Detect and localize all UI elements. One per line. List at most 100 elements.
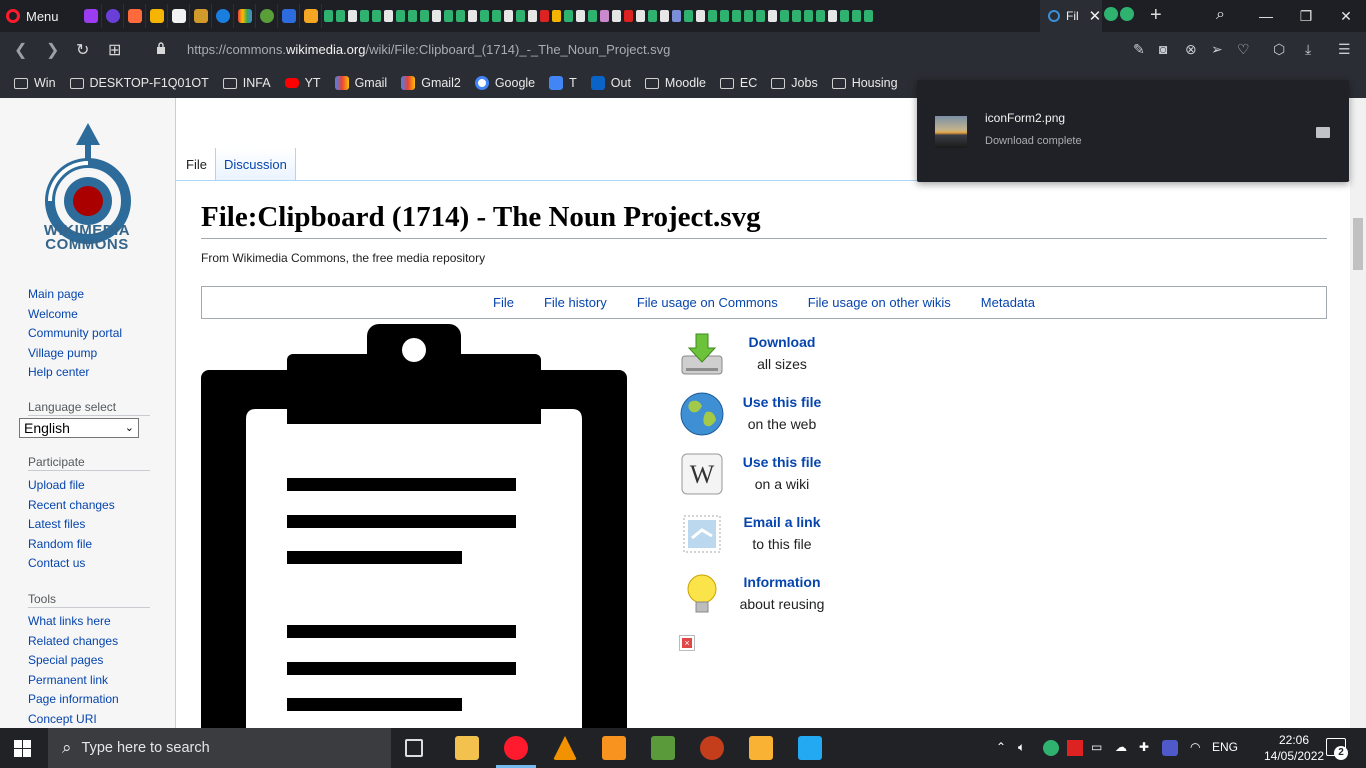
toc-file[interactable]: File	[493, 295, 514, 310]
action-email-link[interactable]: Email a link to this file	[676, 510, 846, 570]
language-select[interactable]: English ⌄	[19, 418, 139, 438]
teams-icon[interactable]	[1162, 740, 1178, 756]
toc-file-usage-commons[interactable]: File usage on Commons	[637, 295, 778, 310]
tab-icon-blue[interactable]	[278, 4, 300, 28]
tab-icon-green[interactable]	[1120, 7, 1134, 21]
tab-icon-orange[interactable]	[124, 4, 146, 28]
onedrive-icon[interactable]: ☁	[1115, 740, 1127, 754]
tab-icon-small[interactable]	[442, 4, 454, 28]
tab-icon-green[interactable]	[256, 4, 278, 28]
nav-welcome[interactable]: Welcome	[28, 305, 122, 325]
tab-icon-el[interactable]	[300, 4, 322, 28]
toc-metadata[interactable]: Metadata	[981, 295, 1035, 310]
tab-icon-small[interactable]	[610, 4, 622, 28]
tab-icon-small[interactable]	[346, 4, 358, 28]
wifi-icon[interactable]: ◠	[1190, 740, 1200, 754]
nav-page-information[interactable]: Page information	[28, 690, 119, 710]
tab-icon-blue-ring[interactable]	[212, 4, 234, 28]
tab-icon-small[interactable]	[862, 4, 874, 28]
tab-icon-small[interactable]	[718, 4, 730, 28]
bookmark-ec[interactable]: EC	[719, 76, 757, 90]
toc-file-usage-other-wikis[interactable]: File usage on other wikis	[808, 295, 951, 310]
nav-recent-changes[interactable]: Recent changes	[28, 496, 115, 516]
tab-icon-small[interactable]	[850, 4, 862, 28]
new-tab-icon[interactable]: +	[1150, 4, 1162, 27]
tab-icon-small[interactable]	[682, 4, 694, 28]
nav-help-center[interactable]: Help center	[28, 363, 122, 383]
vscode-icon[interactable]	[798, 736, 822, 760]
heart-icon[interactable]: ♡	[1237, 41, 1250, 58]
edit-icon[interactable]: ✎	[1133, 41, 1145, 58]
tab-icon-green[interactable]	[1104, 7, 1118, 21]
action-use-on-wiki[interactable]: W Use this file on a wiki	[676, 450, 846, 510]
bookmark-outlook[interactable]: Out	[590, 76, 631, 90]
nav-latest-files[interactable]: Latest files	[28, 515, 115, 535]
reload-icon[interactable]: ↻	[76, 40, 89, 60]
logo-wordmark[interactable]: WIKIMEDIA COMMONS	[22, 223, 152, 252]
tab-icon-small[interactable]	[790, 4, 802, 28]
tab-icon-small[interactable]	[586, 4, 598, 28]
tab-icon-small[interactable]	[730, 4, 742, 28]
nav-permanent-link[interactable]: Permanent link	[28, 671, 119, 691]
close-tab-icon[interactable]: ✕	[1089, 7, 1102, 25]
bookmark-desktop[interactable]: DESKTOP-F1Q01OT	[69, 76, 209, 90]
security-icon[interactable]	[1043, 740, 1059, 756]
tab-icon-small[interactable]	[382, 4, 394, 28]
action-information[interactable]: Information about reusing	[676, 570, 846, 630]
tab-icon-small[interactable]	[802, 4, 814, 28]
opera-taskbar-icon[interactable]	[504, 736, 528, 760]
tab-icon-small[interactable]	[370, 4, 382, 28]
tab-icon-pinwheel[interactable]	[234, 4, 256, 28]
windows-start-icon[interactable]	[14, 740, 31, 757]
taskbar-search-box[interactable]: ⌕ Type here to search	[48, 728, 391, 768]
tab-icon-small[interactable]	[706, 4, 718, 28]
tab-icon-small[interactable]	[742, 4, 754, 28]
tab-icon-small[interactable]	[814, 4, 826, 28]
back-icon[interactable]: ❮	[14, 40, 27, 60]
tab-icon-small[interactable]	[394, 4, 406, 28]
battery-icon[interactable]: ▭	[1091, 740, 1102, 754]
vlc-icon[interactable]	[553, 736, 577, 760]
task-view-icon[interactable]	[405, 739, 423, 757]
nav-concept-uri[interactable]: Concept URI	[28, 710, 119, 729]
tab-icon-small[interactable]	[694, 4, 706, 28]
download-filename[interactable]: iconForm2.png	[985, 111, 1065, 125]
toc-file-history[interactable]: File history	[544, 295, 607, 310]
url-field[interactable]: https://commons.wikimedia.org/wiki/File:…	[187, 42, 670, 57]
file-explorer-icon[interactable]	[455, 736, 479, 760]
tab-icon-small[interactable]	[646, 4, 658, 28]
tab-icon-h[interactable]	[190, 4, 212, 28]
tab-icon-small[interactable]	[562, 4, 574, 28]
taskbar-clock[interactable]: 22:06 14/05/2022	[1264, 732, 1324, 764]
tab-icon-amazon[interactable]	[168, 4, 190, 28]
powerpoint-icon[interactable]	[700, 736, 724, 760]
tab-icon-small[interactable]	[658, 4, 670, 28]
language-indicator[interactable]: ENG	[1212, 740, 1238, 754]
clipboard-image[interactable]	[201, 324, 627, 728]
active-tab[interactable]: Fil ✕	[1040, 0, 1102, 32]
bookmark-housing[interactable]: Housing	[831, 76, 898, 90]
nav-random-file[interactable]: Random file	[28, 535, 115, 555]
nav-contact-us[interactable]: Contact us	[28, 554, 115, 574]
tab-discussion[interactable]: Discussion	[214, 148, 296, 180]
bookmark-google[interactable]: Google	[474, 76, 535, 90]
bookmark-gmail[interactable]: Gmail	[334, 76, 387, 90]
tab-icon-small[interactable]	[478, 4, 490, 28]
pdf-app-icon[interactable]	[602, 736, 626, 760]
nav-what-links-here[interactable]: What links here	[28, 612, 119, 632]
tab-icon-small[interactable]	[430, 4, 442, 28]
shield-icon[interactable]: ✚	[1139, 740, 1149, 754]
action-use-on-web[interactable]: Use this file on the web	[676, 390, 846, 450]
tab-icon-small[interactable]	[334, 4, 346, 28]
action-download[interactable]: Download all sizes	[676, 330, 846, 390]
tab-icon-small[interactable]	[670, 4, 682, 28]
bookmark-jobs[interactable]: Jobs	[771, 76, 818, 90]
tab-grid-icon[interactable]: ⊞	[108, 40, 121, 60]
bookmark-gmail2[interactable]: Gmail2	[401, 76, 461, 90]
menu-icon[interactable]: ☰	[1338, 41, 1351, 58]
tab-icon-opera-music[interactable]	[80, 4, 102, 28]
scrollbar-thumb[interactable]	[1353, 218, 1363, 270]
download-thumbnail[interactable]	[935, 116, 967, 148]
nav-upload-file[interactable]: Upload file	[28, 476, 115, 496]
volume-icon[interactable]: 🔈︎	[1018, 740, 1025, 755]
